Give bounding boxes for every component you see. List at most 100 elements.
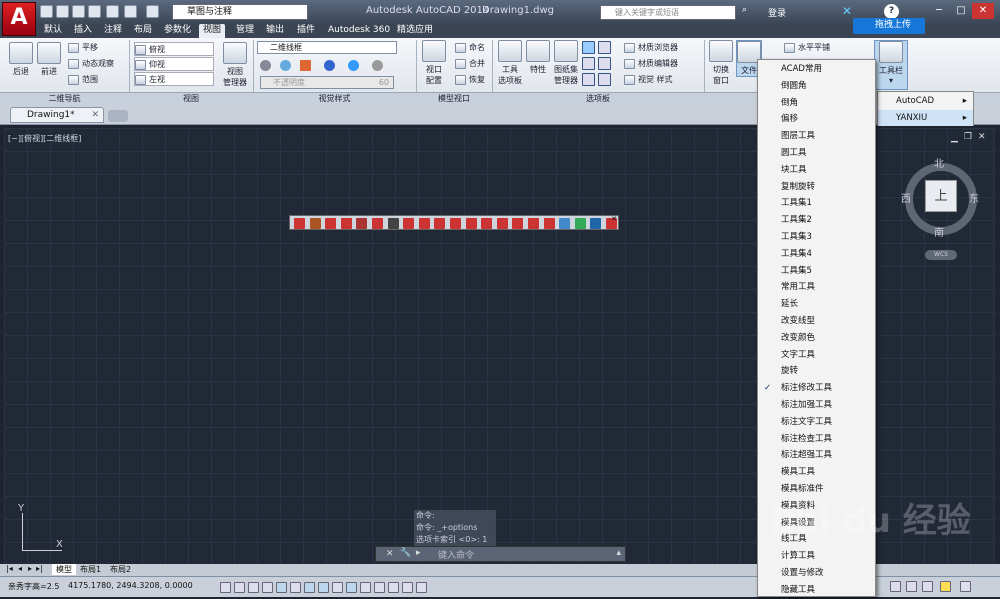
close-icon[interactable]: ✕ [611,215,617,223]
palette-icon-3[interactable] [582,57,595,70]
tab-layout[interactable]: 布局 [130,24,156,38]
workspace-gear-icon[interactable] [890,581,901,592]
wrench-icon[interactable]: 🔧 [400,548,411,558]
dimension-tool-icon-12[interactable] [465,218,477,229]
dimension-tool-icon-14[interactable] [496,218,508,229]
command-line[interactable]: ✕ 🔧 ▸ 键入命令 ▴ [375,546,626,562]
properties-button[interactable]: 特性 [526,40,550,75]
menu-item[interactable]: ACAD常用 [758,61,875,78]
palette-icon-6[interactable] [598,73,611,86]
canvas-minimize-icon[interactable]: ▁ [951,133,958,143]
tab-featured-apps[interactable]: 精选应用 [393,24,437,38]
dimension-tool-icon-18[interactable] [559,218,571,229]
coordinate-readout[interactable]: 4175.1780, 2494.3208, 0.0000 [68,581,193,590]
menu-item[interactable]: 圆工具 [758,145,875,162]
floating-toolbar[interactable]: ✕ [289,215,619,230]
menu-item[interactable]: 改变线型 [758,313,875,330]
new-tab-button[interactable] [108,110,128,122]
tab-view[interactable]: 视图 [199,24,226,38]
canvas-restore-icon[interactable]: ❐ [964,132,972,142]
view-item-left[interactable]: 左视 [134,72,214,86]
plot-icon[interactable] [106,5,119,18]
dimension-tool-icon-3[interactable] [325,218,337,229]
tool-palettes-button[interactable]: 工具 选项板 [496,40,524,86]
dimension-tool-icon-11[interactable] [450,218,461,229]
dimension-tool-icon-15[interactable] [512,218,524,229]
view-item-bottom[interactable]: 仰视 [134,57,214,71]
viewcube[interactable]: 上 北 南 东 西 [901,155,983,239]
clean-screen-icon[interactable] [960,581,971,592]
new-icon[interactable] [40,5,53,18]
menu-item[interactable]: 块工具 [758,162,875,179]
view-item-top[interactable]: 俯视 [134,42,214,56]
dyn-icon[interactable] [346,582,357,593]
tab-annotate[interactable]: 注释 [100,24,126,38]
menu-item[interactable]: ✓ 标注修改工具 [758,380,875,397]
upload-button[interactable]: 拖拽上传 [853,18,925,34]
search-icon[interactable]: ⌕ [742,5,747,15]
viewport-label[interactable]: [−][俯视][二维线框] [8,133,81,144]
undo-icon[interactable] [124,5,137,18]
redo-icon[interactable] [146,5,159,18]
named-viewport-button[interactable]: 命名 [455,41,485,55]
dimension-tool-icon-8[interactable] [403,218,415,229]
menu-item[interactable]: 标注加强工具 [758,397,875,414]
visual-style-select[interactable]: 二维线框 [257,41,397,54]
pan-button[interactable]: 平移 [68,41,98,55]
menu-item[interactable]: 常用工具 [758,279,875,296]
dimension-tool-icon-19[interactable] [574,218,586,229]
menu-item[interactable]: 倒圆角 [758,78,875,95]
nav-next-icon[interactable]: ▸ [28,564,32,573]
isolate-icon[interactable] [940,581,951,592]
menu-item[interactable]: 旋转 [758,363,875,380]
menu-item[interactable]: 计算工具 [758,548,875,565]
panel-title-visual[interactable]: 视觉样式 [253,93,416,105]
infer-icon[interactable] [220,582,231,593]
app-menu-button[interactable]: A [2,2,36,36]
workspace-select[interactable]: 草图与注释 [172,4,308,20]
nav-last-icon[interactable]: ▸| [36,564,43,573]
back-button[interactable]: 后退 [8,42,34,77]
dimension-tool-icon-6[interactable] [372,218,383,229]
palette-icon-2[interactable] [598,41,611,54]
help-icon[interactable]: ? [884,4,899,19]
extents-button[interactable]: 范围 [68,73,98,87]
menu-item[interactable]: 工具集2 [758,212,875,229]
tab-parametric[interactable]: 参数化 [160,24,195,38]
saveas-icon[interactable] [88,5,101,18]
tpy-icon[interactable] [374,582,385,593]
edge-icon[interactable] [260,60,271,71]
dimension-tool-icon-5[interactable] [356,218,368,229]
canvas-close-icon[interactable]: ✕ [978,132,986,142]
menu-item[interactable]: 模具工具 [758,464,875,481]
submenu-item-autocad[interactable]: AutoCAD ▸ [878,93,973,109]
chevron-up-icon[interactable]: ▴ [616,548,621,558]
sc-icon[interactable] [402,582,413,593]
view-manager-button[interactable]: 视图 管理器 [220,42,250,88]
shade-icon[interactable] [280,60,291,71]
osnap-icon[interactable] [290,582,301,593]
tab-default[interactable]: 默认 [40,24,66,38]
save-icon[interactable] [72,5,85,18]
close-button[interactable]: ✕ [972,3,994,19]
menu-item[interactable]: 工具集3 [758,229,875,246]
sheetset-button[interactable]: 图纸集 管理器 [552,40,580,86]
menu-item[interactable]: 隐藏工具 [758,582,875,599]
qp-icon[interactable] [388,582,399,593]
palette-icon-1[interactable] [582,41,595,54]
lock-icon[interactable] [906,581,917,592]
tab-insert[interactable]: 插入 [70,24,96,38]
submenu-item-yanxiu[interactable]: YANXIU ▸ [878,110,973,126]
ortho-icon[interactable] [262,582,273,593]
viewcube-top-face[interactable]: 上 [925,180,957,212]
tab-manage[interactable]: 管理 [232,24,258,38]
dimension-tool-icon-13[interactable] [481,218,493,229]
orbit-button[interactable]: 动态观察 [68,57,114,71]
tab-autodesk360[interactable]: Autodesk 360 [324,24,394,38]
menu-item[interactable]: 标注文字工具 [758,414,875,431]
maximize-button[interactable]: □ [950,3,972,19]
dimension-tool-icon-20[interactable] [590,218,602,229]
menu-item[interactable]: 文字工具 [758,347,875,364]
menu-item[interactable]: 延长 [758,296,875,313]
menu-item[interactable]: 标注检查工具 [758,431,875,448]
